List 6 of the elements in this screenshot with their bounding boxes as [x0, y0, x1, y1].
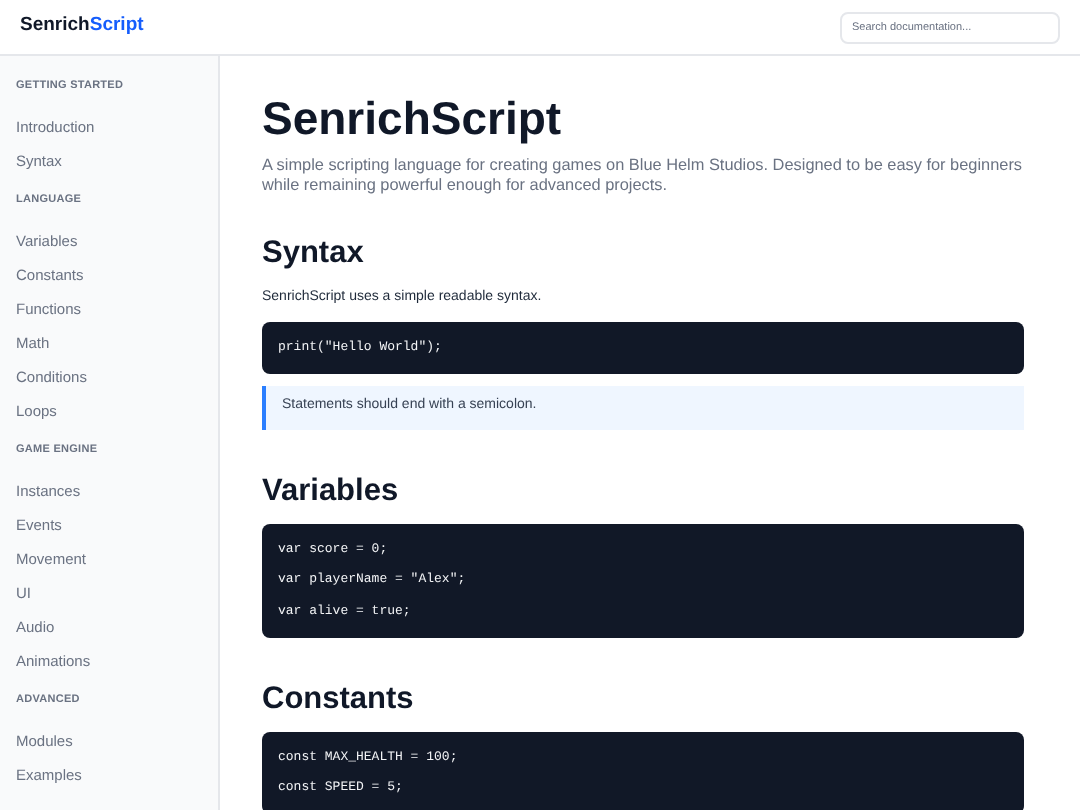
section-heading: Variables [262, 475, 401, 506]
section-heading: Constants [262, 683, 416, 714]
site-logo[interactable]: SenrichScript [20, 12, 144, 42]
page-title: SenrichScript [262, 96, 564, 142]
section-heading: Syntax [262, 238, 366, 269]
intro-text: A simple scripting language for creating games on Blue Helm Studios. Designed to be easy for beginners while remaining powerful enough for advanced projects. [262, 156, 1024, 194]
